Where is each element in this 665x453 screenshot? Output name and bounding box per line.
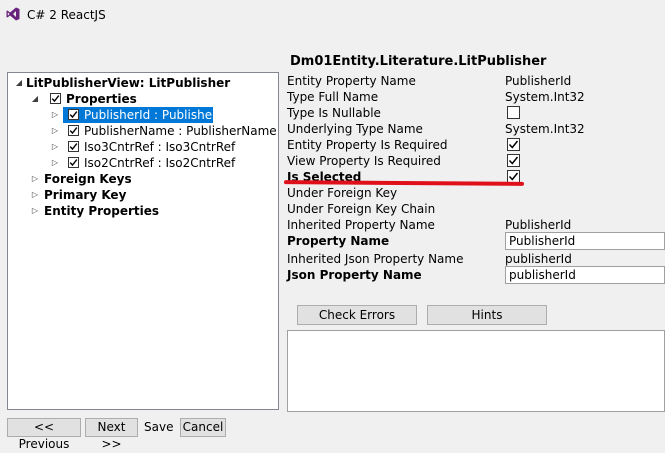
check-errors-button[interactable]: Check Errors [297,305,417,325]
property-item-checkbox[interactable] [68,109,79,120]
view-property-required-label: View Property Is Required [287,154,441,168]
type-full-name-value: System.Int32 [505,90,585,104]
property-name-input[interactable]: PublisherId [505,232,665,250]
json-property-name-input[interactable]: publisherId [505,266,665,284]
property-item-checkbox[interactable] [68,125,79,136]
property-item-label[interactable]: PublisherName : PublisherName [84,123,277,139]
property-item-checkbox[interactable] [68,157,79,168]
foreign-keys-node-label[interactable]: Foreign Keys [44,171,132,187]
save-button[interactable]: Save [144,420,173,434]
previous-button[interactable]: << Previous [7,418,81,451]
expand-arrow-icon[interactable]: ▷ [50,123,60,139]
annotation-underline [283,180,525,186]
type-full-name-label: Type Full Name [287,90,379,104]
cancel-button[interactable]: Cancel [180,418,226,437]
entity-property-name-label: Entity Property Name [287,74,416,88]
bottom-navigation-bar: << Previous Next >> Save Cancel [0,412,665,451]
expand-arrow-icon[interactable]: ▷ [50,107,60,123]
under-foreign-key-label: Under Foreign Key [287,186,398,200]
title-bar: C# 2 ReactJS [0,0,665,30]
collapse-arrow-icon[interactable]: ◢ [30,91,40,107]
inherited-json-property-name-label: Inherited Json Property Name [287,252,464,266]
expand-arrow-icon[interactable]: ▷ [30,171,40,187]
visual-studio-logo-icon [6,7,20,21]
properties-checkbox[interactable] [50,93,61,104]
under-foreign-key-chain-label: Under Foreign Key Chain [287,202,436,216]
entity-property-name-value: PublisherId [505,74,572,88]
properties-node-label[interactable]: Properties [66,91,137,107]
tree-view[interactable]: ◢ LitPublisherView: LitPublisher ◢ Prope… [7,72,279,410]
hints-button[interactable]: Hints [427,305,547,325]
entity-properties-node-label[interactable]: Entity Properties [44,203,159,219]
entity-title: Dm01Entity.Literature.LitPublisher [290,54,547,69]
property-item-label[interactable]: PublisherId : PublisherId [84,107,228,123]
view-property-required-checkbox[interactable] [507,154,520,167]
entity-property-required-checkbox[interactable] [507,138,520,151]
property-item-label[interactable]: Iso3CntrRef : Iso3CntrRef [84,139,235,155]
property-name-label: Property Name [287,234,390,248]
type-is-nullable-checkbox[interactable] [507,106,520,119]
tree-root-label[interactable]: LitPublisherView: LitPublisher [26,75,230,91]
window-title: C# 2 ReactJS [27,8,106,22]
underlying-type-name-label: Underlying Type Name [287,122,423,136]
inherited-property-name-value: PublisherId [505,218,572,232]
inherited-property-name-label: Inherited Property Name [287,218,435,232]
primary-key-node-label[interactable]: Primary Key [44,187,126,203]
inherited-json-property-name-value: publisherId [505,252,572,266]
expand-arrow-icon[interactable]: ▷ [50,139,60,155]
expand-arrow-icon[interactable]: ▷ [50,155,60,171]
expand-arrow-icon[interactable]: ▷ [30,203,40,219]
results-text-area[interactable] [287,330,665,412]
json-property-name-label: Json Property Name [287,268,422,282]
underlying-type-name-value: System.Int32 [505,122,585,136]
entity-property-required-label: Entity Property Is Required [287,138,448,152]
type-is-nullable-label: Type Is Nullable [287,106,381,120]
collapse-arrow-icon[interactable]: ◢ [14,75,24,91]
property-item-label[interactable]: Iso2CntrRef : Iso2CntrRef [84,155,235,171]
property-item-checkbox[interactable] [68,141,79,152]
next-button[interactable]: Next >> [85,418,138,451]
expand-arrow-icon[interactable]: ▷ [30,187,40,203]
